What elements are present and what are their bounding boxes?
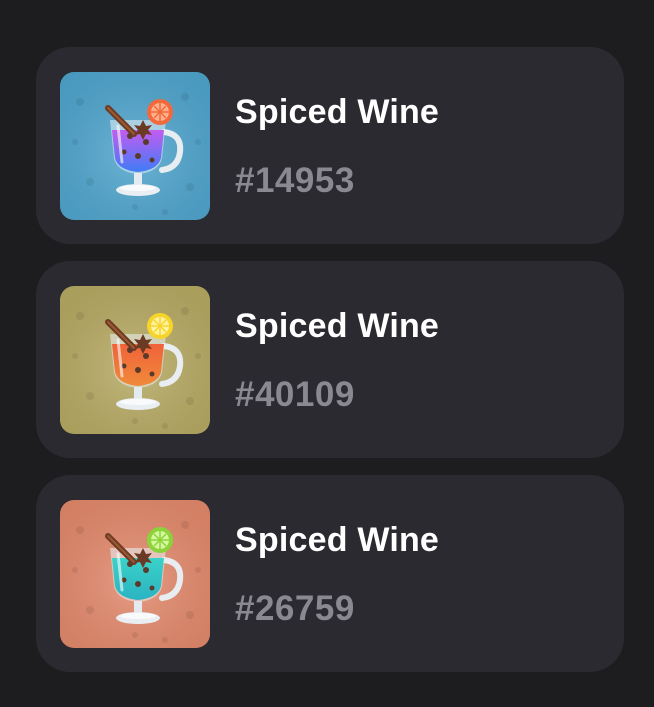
list-item[interactable]: Spiced Wine #14953 — [36, 47, 624, 244]
spiced-wine-glass-icon — [60, 500, 210, 648]
list-item[interactable]: Spiced Wine #26759 — [36, 475, 624, 672]
spiced-wine-glass-icon — [60, 72, 210, 220]
spiced-wine-thumbnail — [60, 286, 210, 434]
spiced-wine-glass-icon — [60, 286, 210, 434]
item-title: Spiced Wine — [235, 93, 440, 131]
item-title: Spiced Wine — [235, 307, 440, 345]
spiced-wine-thumbnail — [60, 500, 210, 648]
item-title: Spiced Wine — [235, 521, 440, 559]
list-item[interactable]: Spiced Wine #40109 — [36, 261, 624, 458]
gift-list: Spiced Wine #14953 Spiced Wine #40109 Sp… — [36, 47, 624, 689]
item-number: #26759 — [235, 589, 355, 628]
spiced-wine-thumbnail — [60, 72, 210, 220]
item-number: #14953 — [235, 161, 355, 200]
item-number: #40109 — [235, 375, 355, 414]
